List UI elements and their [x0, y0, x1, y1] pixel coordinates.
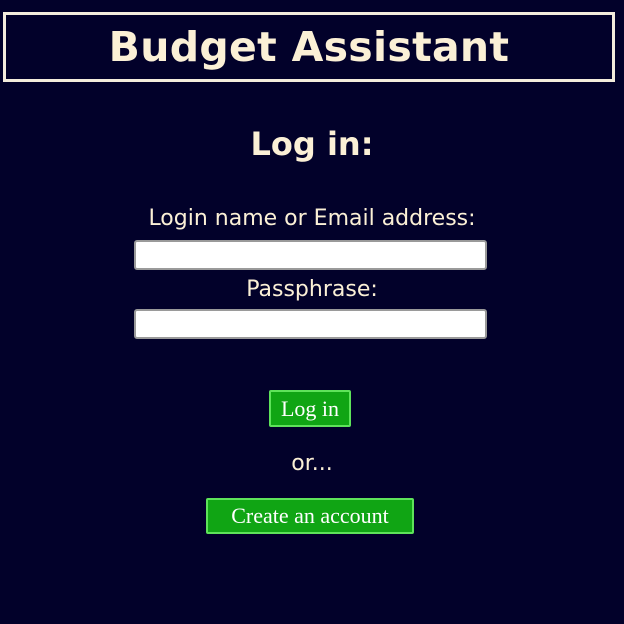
or-separator-text: or...	[291, 451, 333, 476]
log-in-button[interactable]: Log in	[269, 390, 351, 427]
passphrase-field[interactable]	[134, 309, 487, 339]
app-header: Budget Assistant	[3, 12, 615, 82]
login-name-label: Login name or Email address:	[148, 206, 476, 231]
passphrase-label: Passphrase:	[246, 277, 378, 302]
login-heading: Log in:	[250, 125, 374, 163]
create-account-button[interactable]: Create an account	[206, 498, 414, 534]
app-title: Budget Assistant	[108, 22, 510, 71]
login-name-field[interactable]	[134, 240, 487, 270]
